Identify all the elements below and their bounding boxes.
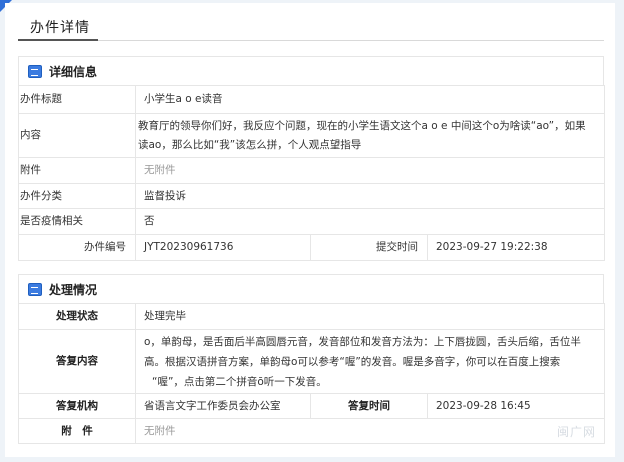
reply-time-value: 2023-09-28 16:45 — [426, 393, 606, 419]
title-divider — [18, 40, 604, 41]
title-label: 办件标题 — [18, 85, 136, 114]
table-row: 答复机构 省语言文字工作委员会办公室 答复时间 2023-09-28 16:45 — [18, 393, 606, 419]
content-label: 内容 — [18, 113, 136, 158]
reply-time-label: 答复时间 — [310, 393, 428, 419]
reply-label: 答复内容 — [18, 329, 136, 394]
table-row: 内容 教育厅的领导你们好，我反应个问题，现在的小学生语文这个a o e 中间这个… — [18, 113, 605, 158]
attachment-label: 附件 — [18, 157, 136, 184]
case-number-label: 办件编号 — [18, 234, 136, 261]
table-row: 办件编号 JYT20230961736 提交时间 2023-09-27 19:2… — [18, 234, 605, 261]
title-underline — [18, 39, 98, 41]
watermark: 闽广网 — [556, 425, 596, 439]
detail-table: 办件标题 小学生a o e读音 内容 教育厅的领导你们好，我反应个问题，现在的小… — [18, 85, 605, 261]
submit-time-label: 提交时间 — [310, 234, 428, 261]
table-row: 附件 无附件 — [18, 157, 605, 184]
reply-line: 高。根据汉语拼音方案，单韵母o可以参考“喔”的发音。喔是多音字，你可以在百度上搜… — [144, 355, 561, 368]
epidemic-label: 是否疫情相关 — [18, 208, 136, 235]
table-row: 办件分类 监督投诉 — [18, 183, 605, 209]
table-row: 附 件 无附件 — [18, 418, 606, 444]
status-value: 处理完毕 — [134, 303, 606, 330]
detail-section-header: 详细信息 — [18, 56, 604, 85]
content-value: 教育厅的领导你们好，我反应个问题，现在的小学生语文这个a o e 中间这个o为啥… — [135, 113, 605, 158]
content-line: 读ao，那么比如“我”该怎么拼，个人观点望指导 — [138, 138, 362, 151]
table-row: 答复内容 o，单韵母，是舌面后半高圆唇元音，发音部位和发音方法为：上下唇拢圆，舌… — [18, 329, 606, 394]
reply-line: “喔”，点击第二个拼音ō听一下发音。 — [152, 375, 327, 388]
org-label: 答复机构 — [18, 393, 136, 419]
org-value: 省语言文字工作委员会办公室 — [135, 393, 311, 419]
status-label: 处理状态 — [18, 303, 136, 330]
page-title: 办件详情 — [30, 20, 90, 36]
handling-section-title: 处理情况 — [49, 282, 98, 297]
table-row: 办件标题 小学生a o e读音 — [18, 85, 605, 114]
attachment-value: 无附件 — [135, 157, 605, 184]
reply-value: o，单韵母，是舌面后半高圆唇元音，发音部位和发音方法为：上下唇拢圆，舌头后缩，舌… — [134, 329, 606, 394]
reply-line: o，单韵母，是舌面后半高圆唇元音，发音部位和发音方法为：上下唇拢圆，舌头后缩，舌… — [144, 335, 581, 348]
table-row: 是否疫情相关 否 — [18, 208, 605, 235]
document-icon — [28, 282, 42, 296]
category-label: 办件分类 — [18, 183, 136, 209]
handling-attachment-label: 附 件 — [18, 418, 136, 444]
document-icon — [28, 64, 42, 78]
handling-table: 处理状态 处理完毕 答复内容 o，单韵母，是舌面后半高圆唇元音，发音部位和发音方… — [18, 303, 606, 444]
submit-time-value: 2023-09-27 19:22:38 — [427, 234, 605, 261]
handling-attachment-value: 无附件 — [134, 418, 606, 444]
handling-section-header: 处理情况 — [18, 274, 604, 303]
title-value: 小学生a o e读音 — [135, 85, 605, 114]
case-number-value: JYT20230961736 — [135, 234, 311, 261]
epidemic-value: 否 — [135, 208, 605, 235]
detail-section-title: 详细信息 — [49, 64, 98, 79]
content-line: 教育厅的领导你们好，我反应个问题，现在的小学生语文这个a o e 中间这个o为啥… — [138, 119, 586, 132]
table-row: 处理状态 处理完毕 — [18, 303, 606, 330]
category-value: 监督投诉 — [135, 183, 605, 209]
